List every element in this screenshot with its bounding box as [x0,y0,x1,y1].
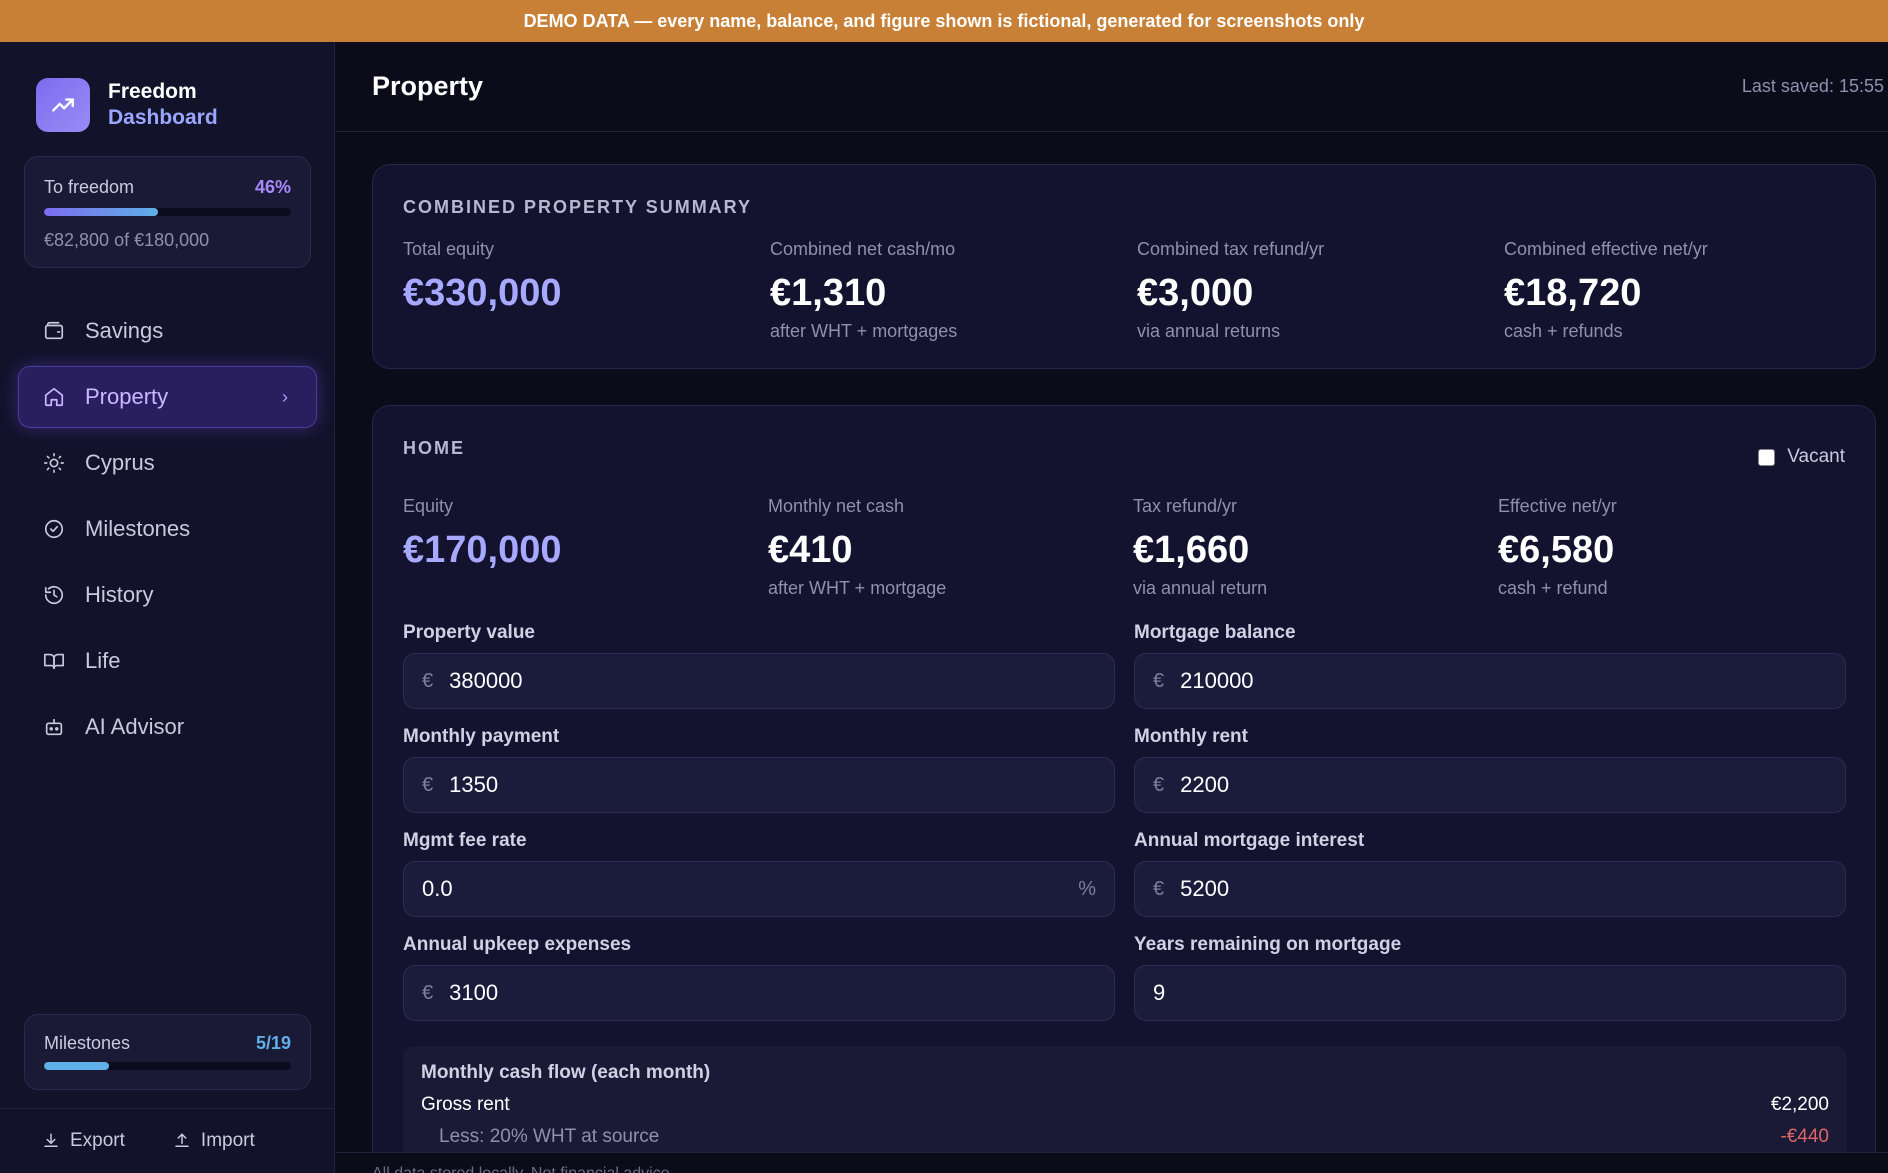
top-bar: Property Last saved: 15:55 [336,42,1888,132]
freedom-progress-label: To freedom [44,177,135,197]
milestones-progress-bar [44,1062,291,1070]
sidebar-item-cyprus[interactable]: Cyprus [18,432,317,494]
export-label: Export [70,1130,125,1151]
monthly-rent-input[interactable]: € 2200 [1134,757,1846,813]
home-icon [44,387,64,407]
home-stat-net-cash: Monthly net cash €410 after WHT + mortga… [768,496,947,598]
last-saved-status: Last saved: 15:55 [1741,76,1884,96]
sidebar-item-history[interactable]: History [18,564,317,626]
cash-flow-row-wht: Less: 20% WHT at source -€440 [439,1126,1829,1147]
milestones-progress-card: Milestones 5/19 [24,1014,311,1090]
upload-icon [175,1133,189,1147]
monthly-payment-input[interactable]: € 1350 [403,757,1115,813]
mgmt-fee-rate-input[interactable]: 0.0 % [403,861,1115,917]
freedom-progress-card: To freedom 46% €82,800 of €180,000 [24,156,311,268]
sidebar-item-label: Cyprus [85,450,155,475]
history-icon [44,586,64,605]
years-remaining-input[interactable]: 9 [1134,965,1846,1021]
sidebar-item-ai-advisor[interactable]: AI Advisor [18,696,317,758]
mortgage-balance-field: Mortgage balance € 210000 [1134,622,1846,709]
annual-mortgage-interest-input[interactable]: € 5200 [1134,861,1846,917]
monthly-cash-flow-panel: Monthly cash flow (each month) Gross ren… [403,1046,1847,1166]
sidebar-item-label: Milestones [85,516,191,541]
sidebar-footer: Export Import [0,1108,335,1173]
brand-title: Freedom [108,80,197,103]
sidebar-item-property[interactable]: Property › [18,366,317,428]
brand-subtitle: Dashboard [108,106,218,129]
annual-upkeep-field: Annual upkeep expenses € 3100 [403,934,1115,1021]
trending-up-icon [36,78,90,132]
summary-stat-total-equity: Total equity €330,000 [403,239,562,314]
home-title: HOME [403,438,465,458]
cash-flow-title: Monthly cash flow (each month) [421,1062,711,1083]
sidebar-item-milestones[interactable]: Milestones [18,498,317,560]
robot-icon [45,718,63,736]
vacant-label: Vacant [1787,446,1845,467]
sidebar: Freedom Dashboard To freedom 46% €82,800… [0,42,335,1173]
chevron-right-icon: › [282,386,288,407]
combined-summary-card: COMBINED PROPERTY SUMMARY Total equity €… [372,164,1876,369]
sidebar-item-label: Life [85,648,121,673]
check-circle-icon [44,519,64,539]
export-button[interactable]: Export [42,1130,125,1152]
property-value-input[interactable]: € 380000 [403,653,1115,709]
import-label: Import [200,1130,255,1151]
freedom-progress-fill [44,208,158,216]
freedom-progress-bar [44,208,291,216]
demo-banner: DEMO DATA — every name, balance, and fig… [0,0,1888,42]
sidebar-item-life[interactable]: Life [18,630,317,692]
book-icon [44,653,64,670]
summary-stat-effective-net: Combined effective net/yr €18,720 cash +… [1504,239,1708,341]
home-stat-effective-net: Effective net/yr €6,580 cash + refund [1498,496,1617,598]
freedom-progress-percent: 46% [254,177,291,197]
annual-upkeep-input[interactable]: € 3100 [403,965,1115,1021]
sidebar-nav: Savings Property › Cyprus Milestones His… [18,300,317,762]
summary-title: COMBINED PROPERTY SUMMARY [403,197,753,217]
monthly-payment-field: Monthly payment € 1350 [403,726,1115,813]
summary-stat-net-cash: Combined net cash/mo €1,310 after WHT + … [770,239,958,341]
page-title: Property [372,71,484,101]
milestones-progress-fill [44,1062,109,1070]
wallet-icon [44,321,64,340]
footer-disclaimer: All data stored locally. Not financial a… [336,1152,1888,1173]
sidebar-item-label: History [85,582,154,607]
property-value-field: Property value € 380000 [403,622,1115,709]
import-button[interactable]: Import [173,1130,255,1152]
cash-flow-row-gross-rent: Gross rent €2,200 [421,1094,1829,1115]
annual-mortgage-interest-field: Annual mortgage interest € 5200 [1134,830,1846,917]
milestones-progress-count: 5/19 [255,1033,291,1053]
mgmt-fee-rate-field: Mgmt fee rate 0.0 % [403,830,1115,917]
mortgage-balance-input[interactable]: € 210000 [1134,653,1846,709]
checkbox-box[interactable] [1758,448,1776,466]
milestones-progress-label: Milestones [44,1033,131,1053]
home-property-card: HOME Vacant Equity €170,000 Monthly net … [372,405,1876,1173]
vacant-checkbox[interactable]: Vacant [1758,446,1845,468]
freedom-progress-amount: €82,800 of €180,000 [44,230,210,250]
years-remaining-field: Years remaining on mortgage 9 [1134,934,1846,1021]
brand[interactable]: Freedom Dashboard [36,78,218,132]
home-stat-equity: Equity €170,000 [403,496,562,571]
summary-stat-tax-refund: Combined tax refund/yr €3,000 via annual… [1137,239,1325,341]
sidebar-item-savings[interactable]: Savings [18,300,317,362]
sidebar-item-label: AI Advisor [85,714,185,739]
sidebar-item-label: Property [85,384,169,409]
home-stat-tax-refund: Tax refund/yr €1,660 via annual return [1133,496,1268,598]
download-icon [44,1133,58,1147]
sidebar-item-label: Savings [85,318,164,343]
sun-icon [44,453,64,473]
monthly-rent-field: Monthly rent € 2200 [1134,726,1846,813]
